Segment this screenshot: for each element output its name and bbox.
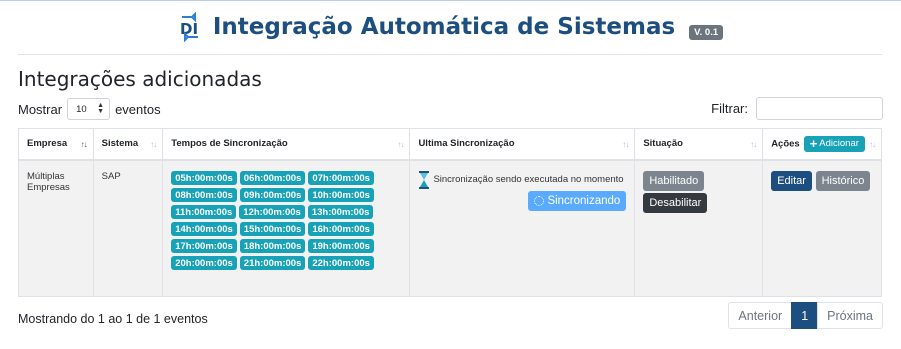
filter-label: Filtrar:: [711, 101, 748, 116]
add-button[interactable]: + Adicionar: [803, 135, 865, 152]
column-header-situacao[interactable]: Situação ↑↓: [634, 128, 764, 161]
svg-text:DI: DI: [180, 20, 198, 38]
add-button-label: Adicionar: [819, 138, 859, 150]
sync-times-list: 05h:00m:00s 06h:00m:00s 07h:00m:00s 08h:00m…: [171, 170, 381, 273]
next-page-button[interactable]: Próxima: [817, 302, 883, 329]
cell-situacao: Habilitado Desabilitar: [634, 159, 764, 297]
column-label: Ultima Sincronização: [418, 138, 515, 150]
sync-time-badge: 14h:00m:00s: [171, 221, 237, 236]
disable-button[interactable]: Desabilitar: [643, 192, 708, 213]
syncing-button-label: Sincronizando: [547, 194, 621, 207]
column-header-ultima[interactable]: Ultima Sincronização ↑↓: [409, 128, 636, 161]
sort-icon: ↑↓: [869, 140, 876, 149]
app-title: Integração Automática de Sistemas: [212, 14, 676, 40]
integrations-table: Empresa ↑↓ Sistema ↑↓ Tempos de Sincroniza…: [18, 128, 882, 297]
cell-empresa: Múltiplas Empresas: [18, 159, 94, 297]
length-prefix-label: Mostrar: [18, 101, 63, 117]
header-divider: [18, 54, 882, 55]
filter-control: Filtrar:: [711, 97, 883, 120]
table-header-row: Empresa ↑↓ Sistema ↑↓ Tempos de Sincroniza…: [18, 128, 882, 161]
table-row: Múltiplas Empresas SAP 05h:00m:00s 06h:00…: [18, 159, 882, 297]
page-1-button[interactable]: 1: [791, 302, 819, 329]
sync-status: Sincronização sendo executada no momento: [418, 170, 626, 189]
page-length-control: Mostrar 10 ▲ ▼ eventos: [18, 98, 161, 120]
column-label: Empresa: [27, 138, 68, 150]
sync-time-badge: 07h:00m:00s: [308, 170, 374, 185]
plus-icon: +: [809, 135, 818, 151]
status-enabled-button[interactable]: Habilitado: [643, 170, 705, 191]
sync-time-badge: 12h:00m:00s: [239, 204, 305, 219]
column-label: Sistema: [101, 138, 139, 150]
sync-time-badge: 06h:00m:00s: [239, 170, 306, 185]
column-label: Situação: [643, 138, 683, 150]
spinner-icon: [534, 195, 545, 206]
column-label: Tempos de Sincronização: [171, 138, 288, 150]
sync-time-badge: 10h:00m:00s: [308, 187, 374, 202]
version-badge: V. 0.1: [689, 24, 724, 40]
edit-button[interactable]: Editar: [771, 170, 812, 191]
filter-input[interactable]: [756, 97, 883, 120]
page-length-select[interactable]: 10 ▲ ▼: [67, 98, 111, 120]
cell-tempos: 05h:00m:00s 06h:00m:00s 07h:00m:00s 08h:00m…: [162, 159, 411, 297]
column-header-tempos[interactable]: Tempos de Sincronização ↑↓: [162, 128, 411, 161]
sort-icon: ↑↓: [150, 140, 157, 149]
sync-time-badge: 09h:00m:00s: [239, 187, 306, 202]
column-header-empresa[interactable]: Empresa ↑↓: [18, 128, 94, 161]
sync-time-badge: 05h:00m:00s: [171, 170, 237, 185]
hourglass-icon: [419, 170, 430, 189]
sync-time-badge: 17h:00m:00s: [171, 238, 237, 253]
sort-icon: ↑↓: [622, 140, 629, 149]
sync-time-badge: 19h:00m:00s: [308, 238, 374, 253]
cell-ultima: Sincronização sendo executada no momento…: [409, 159, 636, 297]
sync-status-text: Sincronização sendo executada no momento: [433, 174, 624, 185]
page-length-value: 10: [76, 103, 87, 115]
sync-time-badge: 22h:00m:00s: [308, 255, 374, 270]
history-button[interactable]: Histórico: [815, 170, 871, 191]
cell-sistema: SAP: [92, 159, 164, 297]
syncing-button[interactable]: Sincronizando: [528, 190, 627, 211]
app-header: DI Integração Automática de Sistemas V. …: [0, 7, 901, 47]
sync-time-badge: 11h:00m:00s: [171, 204, 237, 219]
sync-time-badge: 18h:00m:00s: [239, 238, 306, 253]
length-suffix-label: eventos: [115, 101, 161, 117]
sort-icon: ↑↓: [80, 140, 88, 149]
sort-icon: ↑↓: [750, 140, 757, 149]
sync-time-badge: 16h:00m:00s: [308, 221, 374, 236]
sort-icon: ↑↓: [397, 140, 404, 149]
sync-time-badge: 15h:00m:00s: [239, 221, 306, 236]
table-info: Mostrando do 1 ao 1 de 1 eventos: [18, 312, 208, 326]
column-label: Ações: [771, 138, 800, 150]
column-header-acoes[interactable]: Ações + Adicionar ↑↓: [762, 128, 882, 161]
select-arrows-icon: ▲ ▼: [97, 102, 105, 115]
sync-time-badge: 08h:00m:00s: [171, 187, 237, 202]
sync-time-badge: 20h:00m:00s: [171, 255, 237, 270]
sync-time-badge: 21h:00m:00s: [239, 255, 306, 270]
sync-time-badge: 13h:00m:00s: [307, 204, 374, 219]
logo-icon: DI: [180, 12, 198, 42]
prev-page-button[interactable]: Anterior: [728, 302, 793, 329]
column-header-sistema[interactable]: Sistema ↑↓: [92, 128, 164, 161]
pagination: Anterior 1 Próxima: [728, 302, 883, 329]
page-title: Integrações adicionadas: [18, 67, 262, 91]
cell-acoes: Editar Histórico: [762, 159, 882, 297]
